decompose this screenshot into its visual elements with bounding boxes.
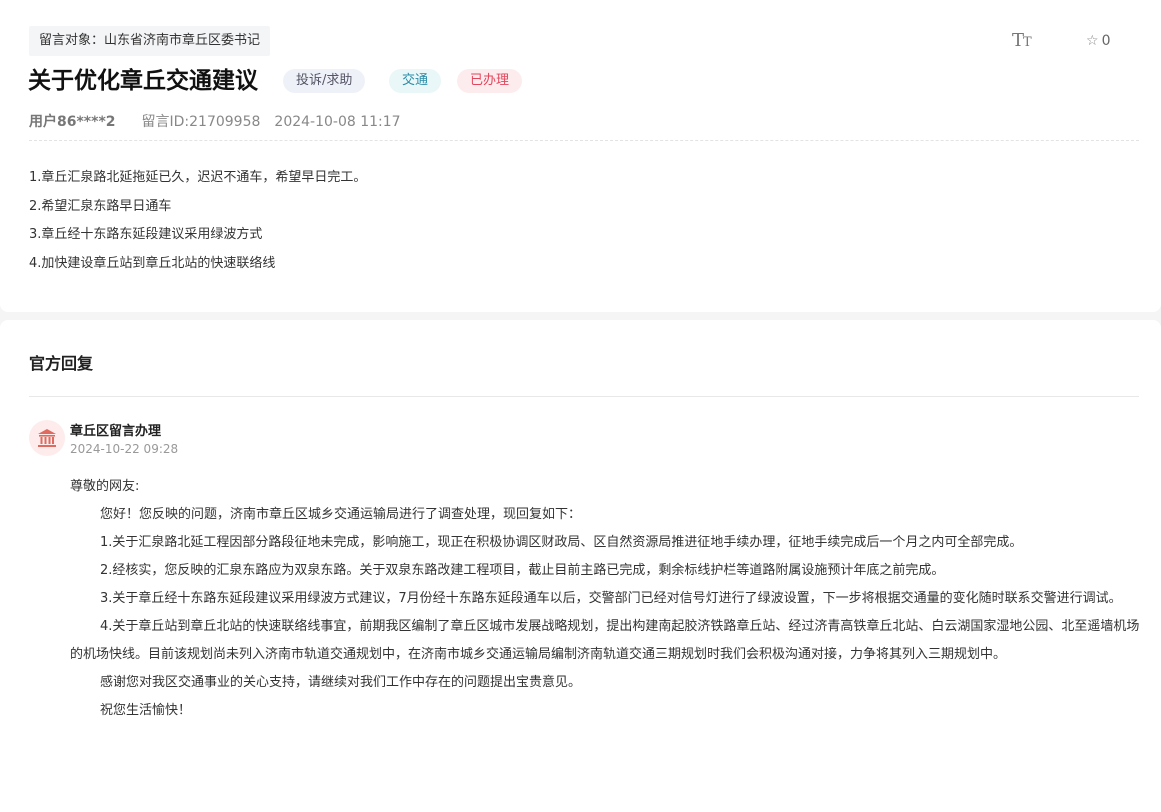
message-datetime: 2024-10-08 11:17 (274, 114, 401, 130)
reply-paragraph: 1.关于汇泉路北延工程因部分路段征地未完成，影响施工，现正在积极协调区财政局、区… (100, 535, 1023, 550)
reply-paragraph: 4.关于章丘站到章丘北站的快速联络线事宜，前期我区编制了章丘区城市发展战略规划，… (70, 619, 1140, 662)
message-target-label: 留言对象：山东省济南市章丘区委书记 (29, 26, 271, 56)
tag-type: 投诉/求助 (283, 69, 366, 93)
content-line: 3.章丘经十东路东延段建议采用绿波方式 (29, 227, 263, 242)
replier-name: 章丘区留言办理 (70, 424, 162, 439)
content-line: 2.希望汇泉东路早日通车 (29, 198, 172, 214)
font-size-icon[interactable]: TT (1012, 30, 1032, 51)
message-card: 留言对象：山东省济南市章丘区委书记 TT ☆ 0 关于优化章丘交通建议 投诉/求助… (0, 0, 1161, 312)
message-content: 1.章丘汇泉路北延拖延已久，迟迟不通车，希望早日完工。 2.希望汇泉东路早日通车… (29, 164, 366, 278)
reply-paragraph: 2.经核实，您反映的汇泉东路应为双泉东路。关于双泉东路改建工程项目，截止目前主路… (100, 563, 945, 578)
reply-section-title: 官方回复 (29, 354, 94, 373)
divider (29, 396, 1139, 397)
message-id: 留言ID:21709958 (141, 114, 261, 130)
reply-paragraph: 3.关于章丘经十东路东延段建议采用绿波方式建议，7月份经十东路东延段通车以后，交… (100, 591, 1122, 606)
favorite-button[interactable]: ☆ 0 (1086, 33, 1110, 49)
reply-body: 尊敬的网友: 您好！您反映的问题，济南市章丘区城乡交通运输局进行了调查处理，现回… (70, 473, 1140, 725)
message-user: 用户86****2 (29, 114, 116, 130)
favorite-count: 0 (1101, 33, 1111, 49)
reply-paragraph: 感谢您对我区交通事业的关心支持，请继续对我们工作中存在的问题提出宝贵意见。 (100, 675, 582, 690)
divider (29, 140, 1139, 141)
government-building-icon (38, 429, 56, 447)
reply-greeting: 尊敬的网友: (70, 479, 140, 494)
content-line: 4.加快建设章丘站到章丘北站的快速联络线 (29, 255, 276, 271)
reply-paragraph: 祝您生活愉快！ (100, 703, 192, 718)
reply-date: 2024-10-22 09:28 (70, 442, 179, 456)
avatar (29, 420, 65, 456)
content-line: 1.章丘汇泉路北延拖延已久，迟迟不通车，希望早日完工。 (29, 170, 367, 185)
tag-category: 交通 (389, 69, 442, 93)
star-outline-icon: ☆ (1086, 33, 1099, 49)
message-title: 关于优化章丘交通建议 (28, 68, 258, 94)
reply-paragraph: 您好！您反映的问题，济南市章丘区城乡交通运输局进行了调查处理，现回复如下： (100, 507, 582, 522)
message-meta: 用户86****2 留言ID:21709958 2024-10-08 11:17 (29, 113, 401, 131)
tag-status: 已办理 (457, 69, 523, 93)
